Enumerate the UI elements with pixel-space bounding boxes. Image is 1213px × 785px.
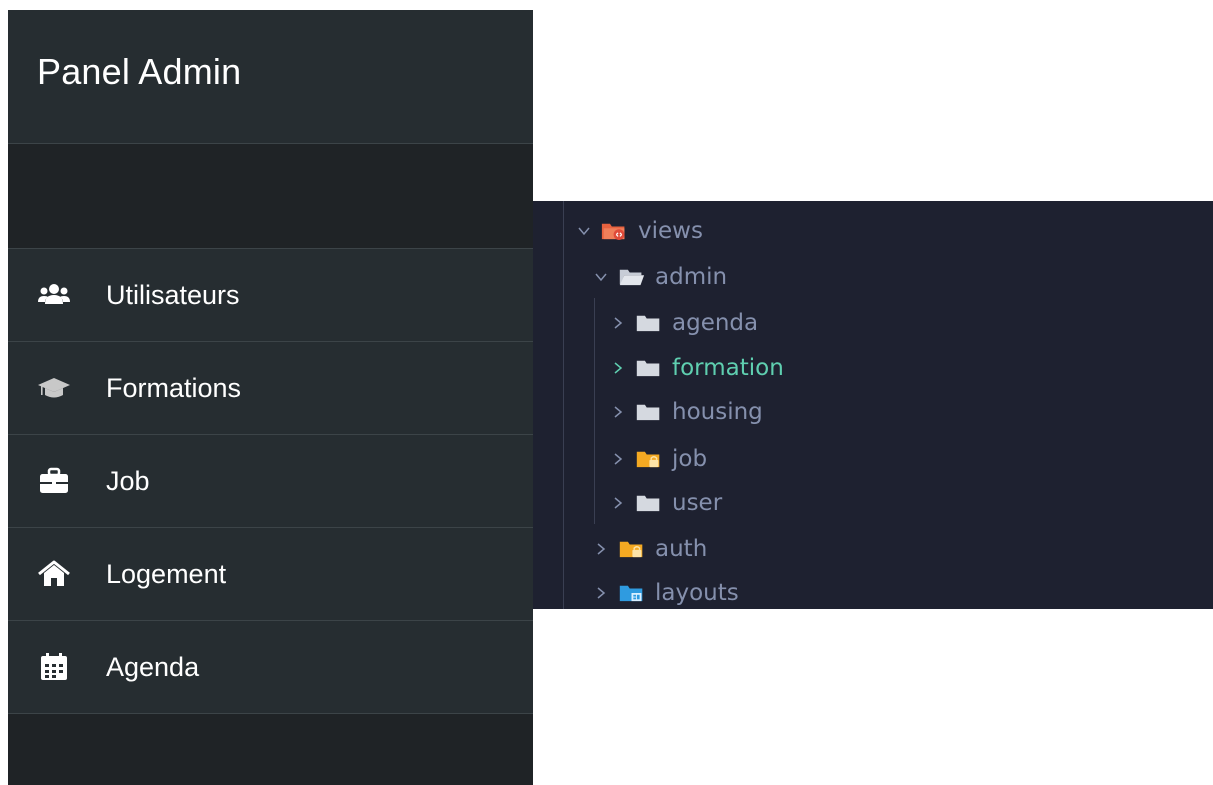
chevron-right-icon[interactable] bbox=[607, 448, 629, 470]
tree-label: layouts bbox=[655, 580, 739, 606]
tree-row-admin[interactable]: admin bbox=[590, 262, 727, 292]
chevron-right-icon[interactable] bbox=[607, 401, 629, 423]
file-explorer: views admin agenda formation housing job… bbox=[533, 201, 1213, 609]
tree-label: views bbox=[638, 218, 703, 244]
locked-folder-icon bbox=[618, 538, 645, 560]
sidebar-item-agenda[interactable]: Agenda bbox=[8, 621, 533, 714]
tree-row-agenda[interactable]: agenda bbox=[607, 308, 758, 338]
tree-row-job[interactable]: job bbox=[607, 444, 707, 474]
folder-open-icon bbox=[618, 266, 645, 288]
indent-guide bbox=[563, 201, 564, 609]
chevron-right-icon[interactable] bbox=[607, 357, 629, 379]
sidebar-spacer bbox=[8, 144, 533, 249]
sidebar-item-formations[interactable]: Formations bbox=[8, 342, 533, 435]
indent-guide bbox=[594, 298, 595, 524]
briefcase-icon bbox=[37, 466, 71, 496]
chevron-down-icon[interactable] bbox=[573, 220, 595, 242]
sidebar-menu: Utilisateurs Formations Job Logement Age… bbox=[8, 249, 533, 714]
tree-label: housing bbox=[672, 399, 763, 425]
graduation-cap-icon bbox=[37, 373, 71, 403]
tree-row-layouts[interactable]: layouts bbox=[590, 578, 739, 608]
chevron-right-icon[interactable] bbox=[590, 582, 612, 604]
sidebar-title: Panel Admin bbox=[37, 50, 242, 92]
tree-label: admin bbox=[655, 264, 728, 290]
users-icon bbox=[37, 280, 71, 310]
sidebar-item-label: Job bbox=[106, 465, 150, 496]
folder-icon bbox=[635, 401, 662, 423]
tree-row-formation[interactable]: formation bbox=[607, 353, 784, 383]
calendar-icon bbox=[37, 652, 71, 682]
tree-label: agenda bbox=[672, 310, 759, 336]
tree-label: formation bbox=[672, 355, 784, 381]
sidebar-item-label: Logement bbox=[106, 558, 227, 589]
chevron-right-icon[interactable] bbox=[590, 538, 612, 560]
tree-row-views[interactable]: views bbox=[573, 216, 703, 246]
tree-row-housing[interactable]: housing bbox=[607, 397, 763, 427]
tree-label: user bbox=[672, 490, 723, 516]
sidebar-item-job[interactable]: Job bbox=[8, 435, 533, 528]
tree-row-user[interactable]: user bbox=[607, 488, 722, 518]
folder-icon bbox=[635, 492, 662, 514]
tree-row-auth[interactable]: auth bbox=[590, 534, 707, 564]
chevron-right-icon[interactable] bbox=[607, 312, 629, 334]
chevron-down-icon[interactable] bbox=[590, 266, 612, 288]
views-folder-icon bbox=[601, 220, 628, 242]
home-icon bbox=[37, 559, 71, 589]
sidebar-item-utilisateurs[interactable]: Utilisateurs bbox=[8, 249, 533, 342]
folder-icon bbox=[635, 357, 662, 379]
tree-label: auth bbox=[655, 536, 708, 562]
sidebar-header: Panel Admin bbox=[8, 10, 533, 144]
admin-sidebar: Panel Admin Utilisateurs Formations Job … bbox=[8, 10, 533, 785]
chevron-right-icon[interactable] bbox=[607, 492, 629, 514]
tree-label: job bbox=[672, 446, 708, 472]
sidebar-item-label: Utilisateurs bbox=[106, 279, 240, 310]
locked-folder-icon bbox=[635, 448, 662, 470]
layout-folder-icon bbox=[618, 582, 645, 604]
sidebar-item-label: Formations bbox=[106, 372, 242, 403]
sidebar-item-logement[interactable]: Logement bbox=[8, 528, 533, 621]
folder-icon bbox=[635, 312, 662, 334]
sidebar-item-label: Agenda bbox=[106, 651, 200, 682]
